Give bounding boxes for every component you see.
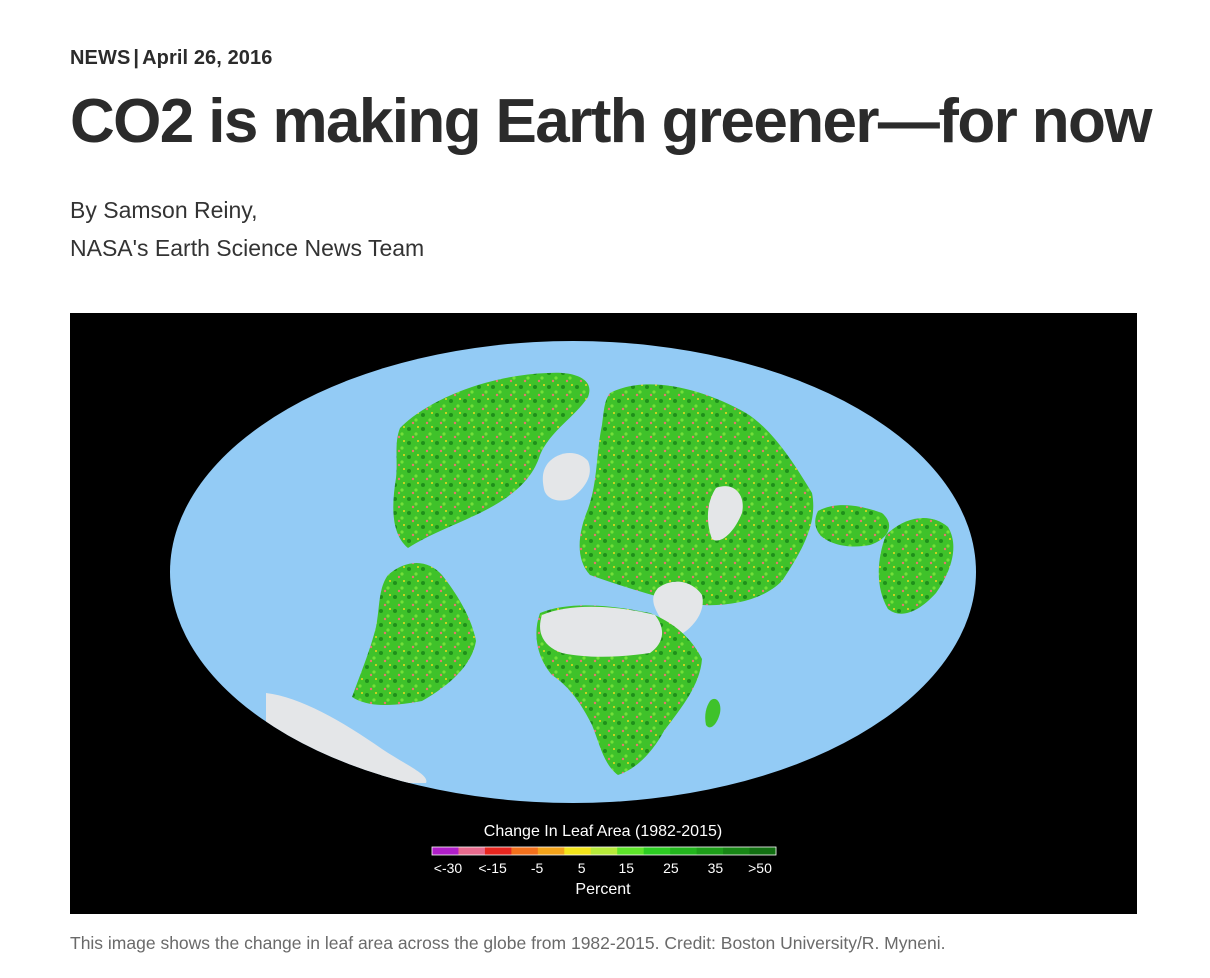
legend-color-swatch <box>723 847 751 855</box>
legend-tick-label: -5 <box>531 860 544 876</box>
legend-tick-label: <-30 <box>434 860 463 876</box>
legend-color-swatch <box>564 847 592 855</box>
legend-tick-label: 25 <box>663 860 679 876</box>
legend-tick-label: >50 <box>748 860 772 876</box>
legend-title: Change In Leaf Area (1982-2015) <box>484 823 722 840</box>
article-kicker: NEWS | April 26, 2016 <box>70 47 272 70</box>
legend-color-swatch <box>670 847 698 855</box>
legend-color-swatch <box>484 847 512 855</box>
publish-date: April 26, 2016 <box>142 47 273 69</box>
article-headline: CO2 is making Earth greener—for now <box>70 87 1153 156</box>
legend-unit: Percent <box>575 881 631 898</box>
sahara-desert <box>540 606 663 657</box>
byline-team: NASA's Earth Science News Team <box>70 235 425 261</box>
legend-color-swatch <box>617 847 645 855</box>
kicker-separator: | <box>133 47 140 69</box>
legend-color-swatch <box>458 847 486 855</box>
legend-color-swatch <box>696 847 724 855</box>
legend-color-bar <box>431 846 777 856</box>
legend-tick-label: <-15 <box>478 860 507 876</box>
byline: By Samson Reiny, NASA's Earth Science Ne… <box>70 191 424 267</box>
legend-tick-label: 35 <box>708 860 724 876</box>
legend-color-swatch <box>511 847 539 855</box>
leaf-area-map: Change In Leaf Area (1982-2015) <-30 <-15… <box>170 341 976 898</box>
leaf-area-map-figure: Change In Leaf Area (1982-2015) <-30 <-15… <box>70 313 1137 914</box>
legend-color-swatch <box>537 847 565 855</box>
legend-tick-label: 15 <box>619 860 635 876</box>
figure-caption: This image shows the change in leaf area… <box>70 933 946 953</box>
legend-color-swatch <box>749 847 777 855</box>
legend-color-swatch <box>432 847 459 855</box>
legend-color-swatch <box>590 847 618 855</box>
byline-author: By Samson Reiny, <box>70 197 258 223</box>
legend-tick-label: 5 <box>578 860 586 876</box>
section-label[interactable]: NEWS <box>70 47 130 69</box>
legend-ticks: <-30 <-15 -5 5 15 25 35 >50 <box>434 860 772 876</box>
legend-color-swatch <box>643 847 671 855</box>
